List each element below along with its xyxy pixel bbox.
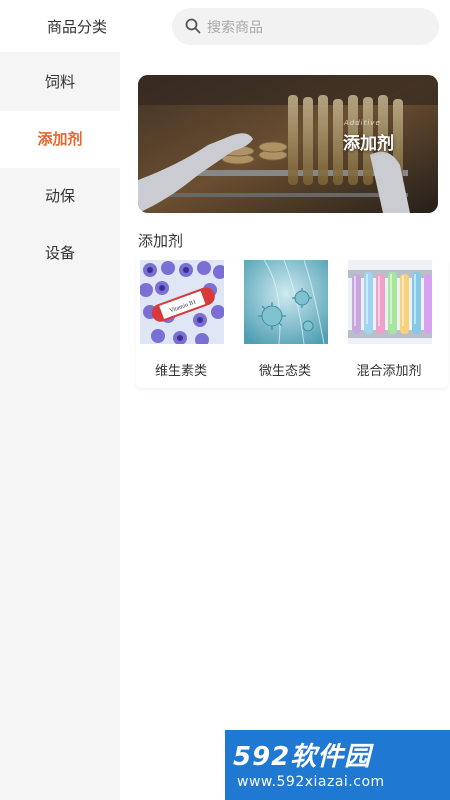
product-label: 维生素类: [154, 364, 207, 379]
search-icon: [185, 18, 201, 34]
test-tubes-image: [348, 260, 432, 344]
watermark-url: www.592xiazai.com: [237, 774, 385, 790]
product-list: Vitamin B1 维生素类 微生态类 混合添加剂: [136, 258, 448, 388]
section-title: 添加剂: [138, 232, 184, 250]
sidebar-item-equipment[interactable]: 设备: [0, 225, 120, 282]
banner-caption: 添加剂: [343, 134, 394, 154]
product-label: 混合添加剂: [356, 364, 422, 379]
watermark-brand: 592软件园: [233, 742, 372, 772]
product-label: 微生态类: [258, 364, 311, 379]
sidebar-item-additive[interactable]: 添加剂: [0, 111, 120, 168]
microbe-image: [244, 260, 328, 344]
product-card-probiotics[interactable]: 微生态类: [242, 260, 328, 380]
header: 商品分类 搜索商品: [0, 0, 450, 52]
category-banner[interactable]: Additive 添加剂: [138, 75, 438, 213]
sidebar-item-animal-health[interactable]: 动保: [0, 168, 120, 225]
vitamin-tubes-image: Vitamin B1: [140, 260, 224, 344]
category-sidebar: 饲料 添加剂 动保 设备: [0, 52, 120, 800]
search-input[interactable]: 搜索商品: [172, 8, 439, 45]
sidebar-item-feed[interactable]: 饲料: [0, 54, 120, 111]
product-card-mixed-additives[interactable]: 混合添加剂: [346, 260, 432, 380]
search-placeholder: 搜索商品: [207, 20, 263, 36]
banner-subcaption: Additive: [344, 119, 381, 127]
page-title: 商品分类: [47, 18, 108, 36]
main-content: Additive 添加剂 添加剂 Vitamin B1 维生素类 微生态类 混合…: [120, 52, 450, 800]
product-card-vitamins[interactable]: Vitamin B1 维生素类: [138, 260, 224, 380]
site-watermark-logo: 592软件园 www.592xiazai.com: [225, 730, 450, 800]
